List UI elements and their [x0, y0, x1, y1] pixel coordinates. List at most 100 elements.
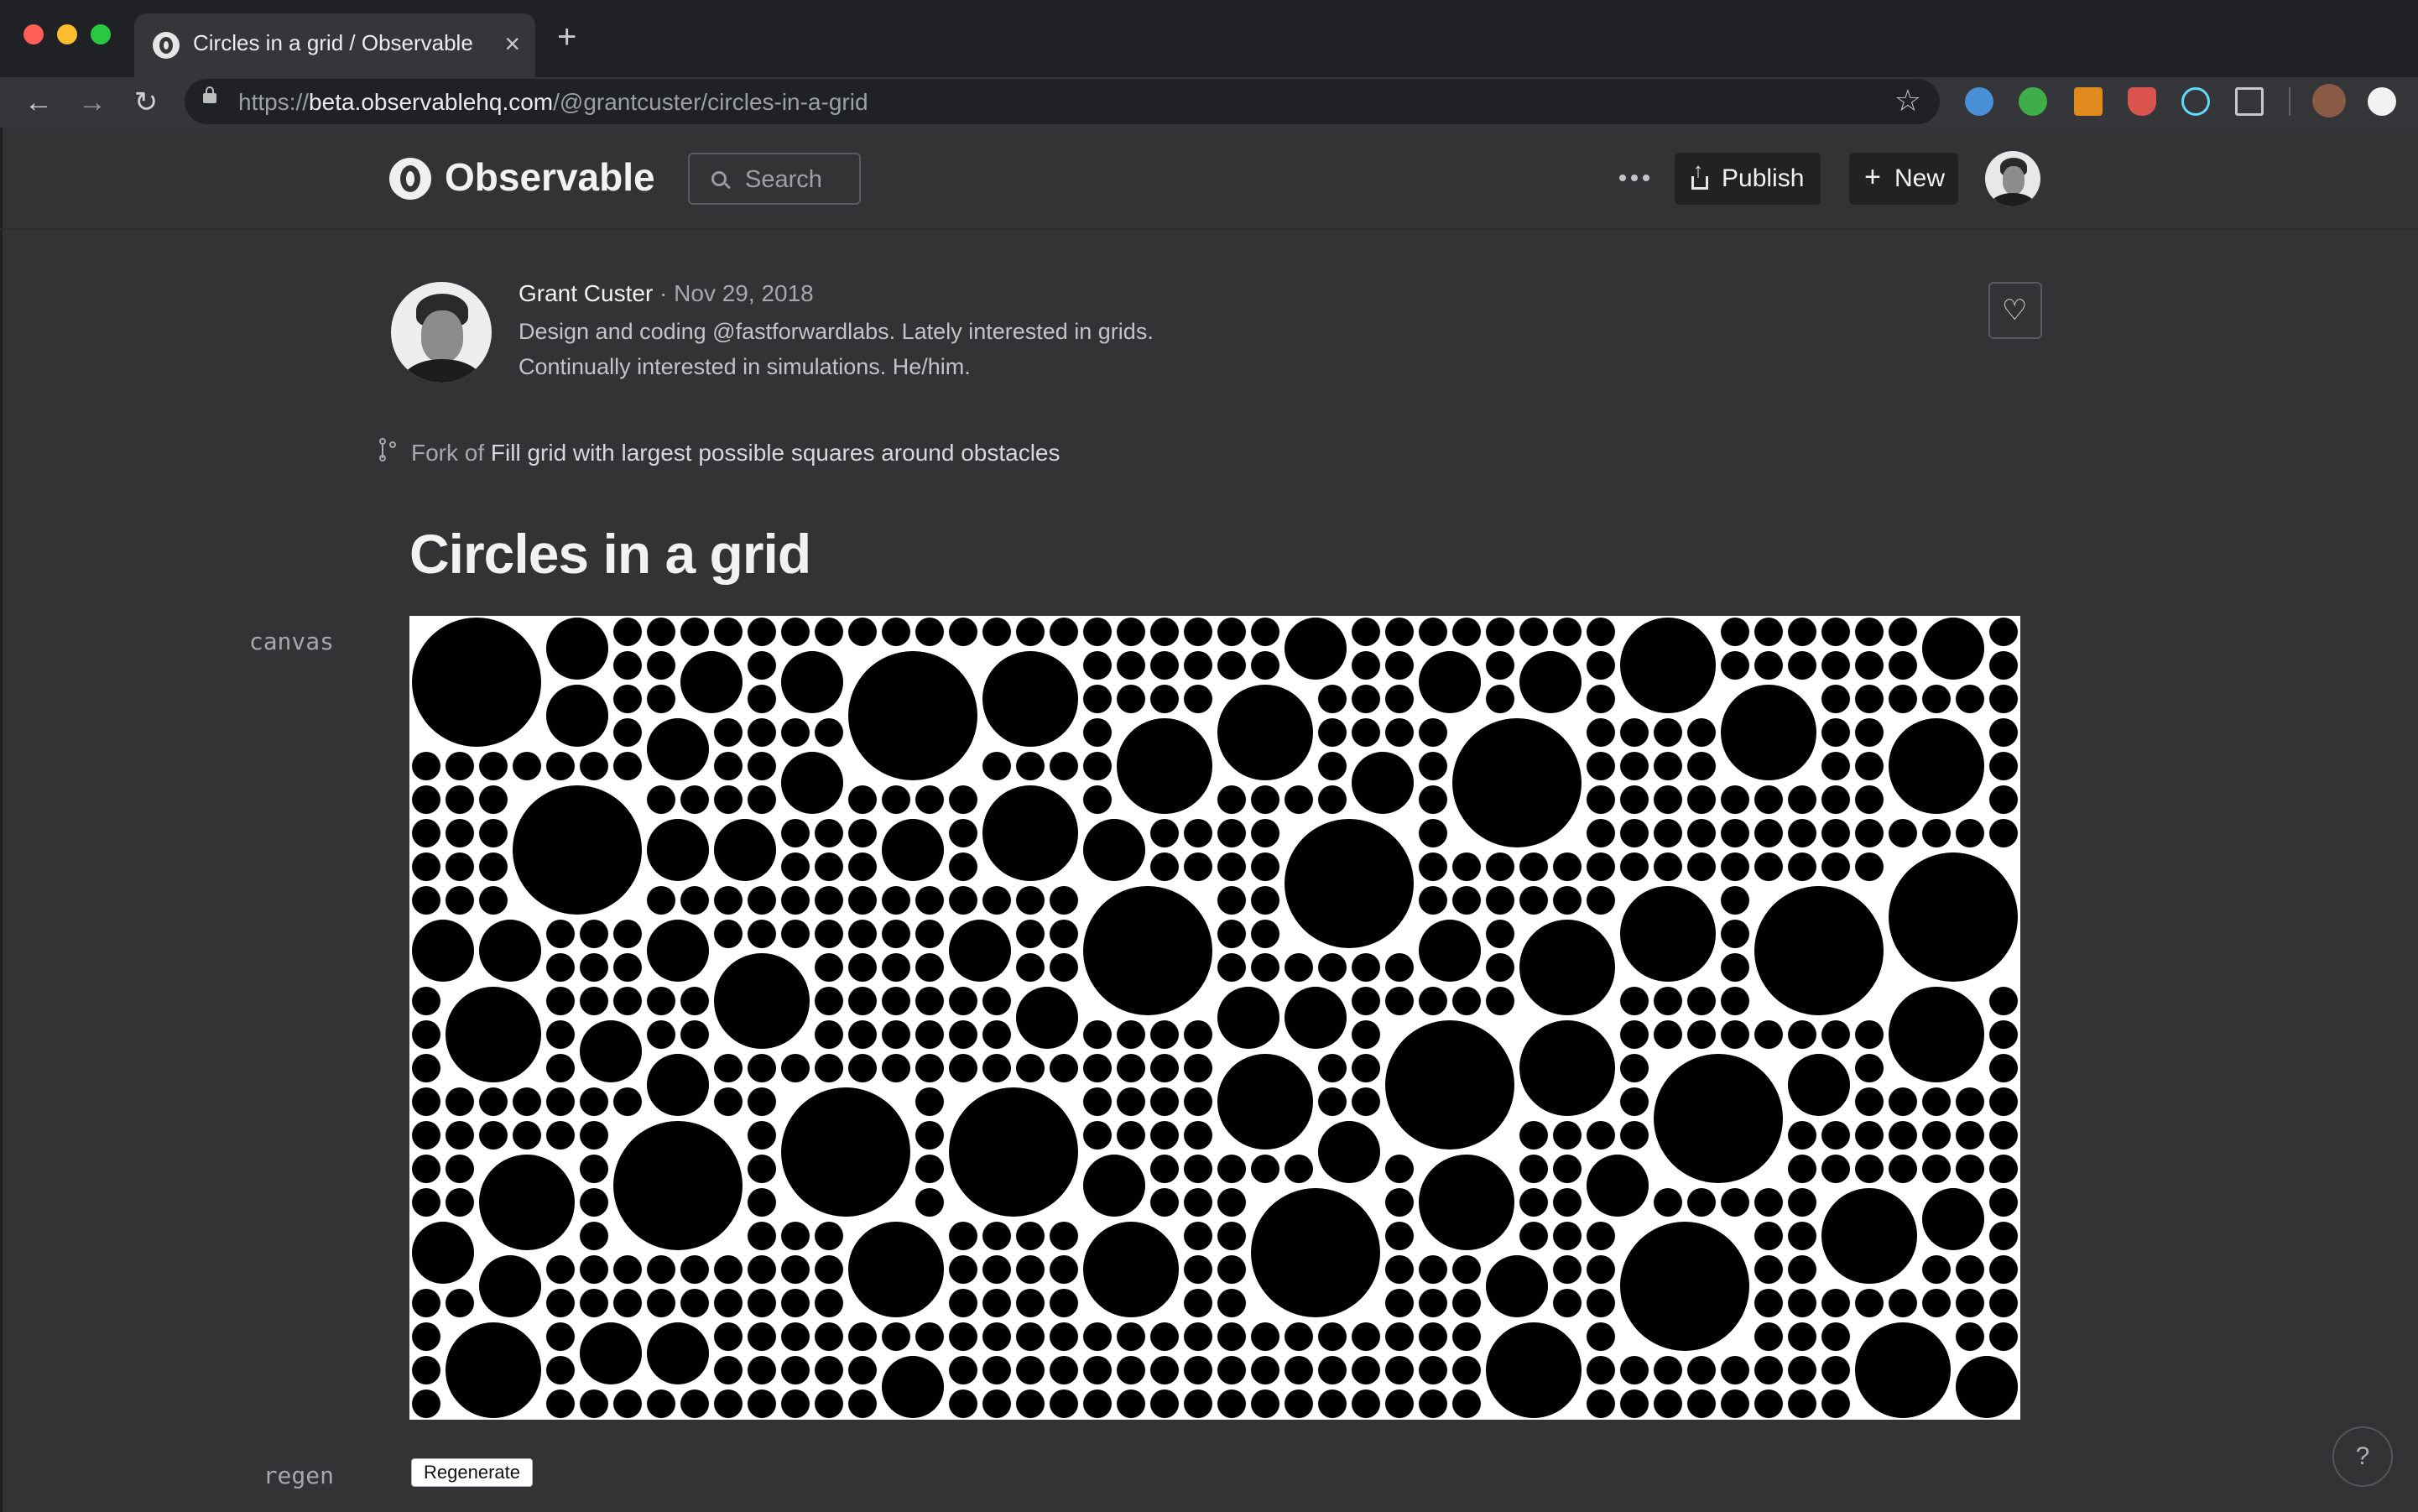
grid-circle [1654, 852, 1682, 881]
new-notebook-button[interactable]: + New [1849, 153, 1958, 205]
grid-circle [1352, 618, 1380, 646]
address-bar[interactable]: https://beta.observablehq.com/@grantcust… [185, 79, 1940, 124]
grid-circle [1217, 886, 1246, 915]
browser-profile-avatar[interactable] [2312, 84, 2346, 117]
grid-circle [748, 651, 776, 680]
grid-circle [714, 718, 743, 747]
grid-circle [613, 1255, 642, 1284]
grid-circle [1721, 1389, 1749, 1418]
grid-circle [1251, 1356, 1279, 1384]
plus-icon: + [1864, 161, 1881, 193]
grid-circle [848, 920, 877, 948]
forward-arrow-icon[interactable]: → [72, 82, 112, 123]
bookmark-star-icon[interactable]: ☆ [1894, 84, 1921, 117]
user-avatar[interactable] [1985, 151, 2040, 206]
reload-icon[interactable]: ↻ [126, 82, 166, 123]
grid-circle [613, 618, 642, 646]
browser-tab-active[interactable]: Circles in a grid / Observable × [134, 13, 535, 77]
grid-circle [748, 1087, 776, 1116]
grid-circle [1117, 1389, 1145, 1418]
observable-logo-icon[interactable] [389, 158, 431, 200]
grid-circle [1788, 1188, 1816, 1217]
cell-name-regen[interactable]: regen [216, 1462, 334, 1489]
grid-circle [1385, 1155, 1414, 1183]
grid-circle [982, 651, 1078, 747]
browser-menu-icon[interactable] [2368, 87, 2396, 116]
grid-circle [848, 819, 877, 847]
window-close-button[interactable] [23, 24, 44, 44]
search-button[interactable]: Search [688, 153, 861, 205]
grid-circle [1486, 1255, 1548, 1317]
grid-circle [1889, 1087, 1917, 1116]
grid-circle [915, 1020, 944, 1049]
grid-circle [982, 1054, 1011, 1082]
url-text[interactable]: https://beta.observablehq.com/@grantcust… [238, 89, 868, 116]
grid-circle [1989, 819, 2018, 847]
extension-react-icon[interactable] [2181, 87, 2210, 116]
help-button[interactable]: ? [2332, 1426, 2393, 1487]
grid-circle [1721, 920, 1749, 948]
grid-circle [1385, 953, 1414, 982]
grid-circle [1687, 718, 1716, 747]
grid-circle [1318, 785, 1347, 814]
grid-circle [1452, 1255, 1481, 1284]
grid-circle [1385, 1322, 1414, 1351]
observable-logo-text[interactable]: Observable [445, 154, 655, 200]
extension-shield-icon[interactable] [2128, 87, 2156, 116]
grid-circle [1519, 651, 1582, 713]
tab-title: Circles in a grid / Observable [193, 30, 473, 55]
grid-circle [446, 1087, 474, 1116]
fork-source-link[interactable]: Fill grid with largest possible squares … [491, 440, 1060, 466]
grid-circle [982, 618, 1011, 646]
window-zoom-button[interactable] [91, 24, 111, 44]
like-button[interactable]: ♡ [1988, 282, 2042, 339]
author-name-link[interactable]: Grant Custer [519, 280, 653, 306]
grid-circle [1184, 651, 1212, 680]
extension-pip-icon[interactable] [2235, 87, 2264, 116]
grid-circle [982, 987, 1011, 1015]
grid-circle [1150, 819, 1179, 847]
circles-canvas [409, 616, 2020, 1420]
grid-circle [1989, 785, 2018, 814]
extension-v-icon[interactable] [1965, 87, 1993, 116]
grid-circle [1821, 1289, 1850, 1317]
grid-circle [1855, 651, 1884, 680]
grid-circle [1519, 1155, 1548, 1183]
grid-circle [1620, 819, 1649, 847]
lock-icon[interactable] [203, 86, 216, 103]
author-avatar[interactable] [391, 282, 492, 383]
grid-circle [781, 1356, 810, 1384]
grid-circle [1184, 819, 1212, 847]
grid-circle [982, 752, 1011, 780]
grid-circle [1754, 852, 1783, 881]
grid-circle [546, 1389, 575, 1418]
grid-circle [781, 651, 843, 713]
grid-circle [982, 1255, 1011, 1284]
more-options-icon[interactable] [1616, 164, 1653, 190]
search-icon [711, 171, 727, 186]
grid-circle [781, 1255, 810, 1284]
grid-circle [1687, 987, 1716, 1015]
extension-green-icon[interactable] [2019, 87, 2047, 116]
grid-circle [1654, 752, 1682, 780]
grid-circle [1419, 1289, 1447, 1317]
grid-circle [1620, 752, 1649, 780]
back-arrow-icon[interactable]: ← [18, 82, 59, 123]
grid-circle [1083, 1121, 1112, 1150]
grid-circle [613, 752, 642, 780]
publish-button[interactable]: Publish [1675, 153, 1821, 205]
window-minimize-button[interactable] [57, 24, 77, 44]
extension-k-icon[interactable] [2074, 87, 2103, 116]
grid-circle [1855, 1054, 1884, 1082]
publish-date: · Nov 29, 2018 [653, 280, 814, 306]
grid-circle [781, 1222, 810, 1250]
grid-circle [580, 1121, 608, 1150]
grid-circle [1821, 618, 1850, 646]
regenerate-button[interactable]: Regenerate [411, 1458, 533, 1487]
tab-close-icon[interactable]: × [504, 27, 520, 60]
grid-circle [1352, 651, 1380, 680]
grid-circle [1285, 785, 1313, 814]
cell-name-canvas[interactable]: canvas [216, 628, 334, 655]
new-tab-plus-icon[interactable]: + [557, 20, 576, 54]
grid-circle [949, 1020, 977, 1049]
